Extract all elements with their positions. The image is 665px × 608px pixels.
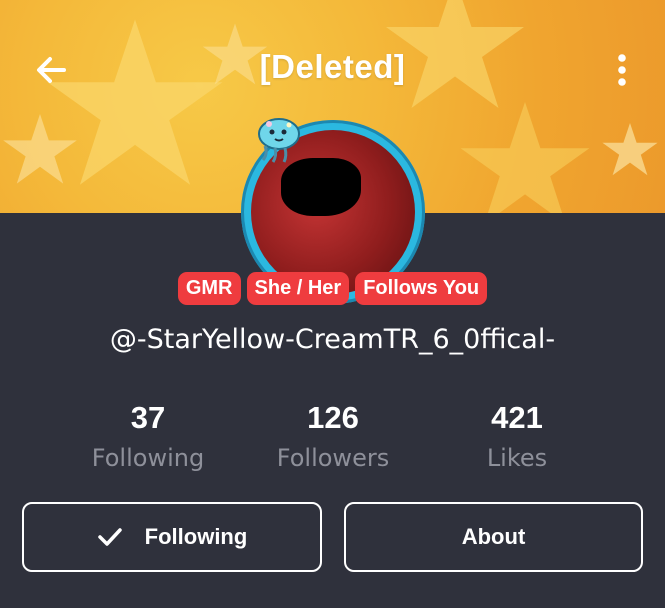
top-bar: [Deleted]: [0, 38, 665, 102]
jellyfish-frame-icon: [258, 118, 300, 163]
stat-following[interactable]: 37 Following: [58, 398, 238, 472]
more-vertical-icon: [618, 54, 626, 86]
username: @-StarYellow-CreamTR_6_0ffical-: [109, 324, 556, 355]
title-badge-gmr: GMR: [177, 272, 241, 305]
following-button-label: Following: [144, 524, 248, 549]
badge-row: GMR She / Her Follows You: [0, 272, 665, 305]
title-badge-pronouns: She / Her: [246, 272, 350, 305]
followers-count: 126: [307, 400, 359, 435]
check-icon: [97, 526, 123, 548]
stats-row: 37 Following 126 Followers 421 Likes: [0, 398, 665, 488]
star-decoration: [460, 102, 590, 213]
following-count: 37: [130, 400, 166, 435]
followers-label: Followers: [276, 444, 390, 472]
more-options-button[interactable]: [607, 48, 637, 92]
follows-you-badge: Follows You: [355, 272, 488, 305]
following-button[interactable]: Following: [22, 502, 322, 572]
about-button-label: About: [461, 524, 526, 549]
stat-followers[interactable]: 126 Followers: [243, 398, 423, 472]
star-decoration: [3, 114, 77, 184]
likes-label: Likes: [486, 444, 548, 472]
following-label: Following: [91, 444, 205, 472]
about-button[interactable]: About: [344, 502, 643, 572]
likes-count: 421: [491, 400, 543, 435]
stat-likes[interactable]: 421 Likes: [427, 398, 607, 472]
star-decoration: [602, 123, 658, 176]
page-title: [Deleted]: [259, 48, 406, 85]
